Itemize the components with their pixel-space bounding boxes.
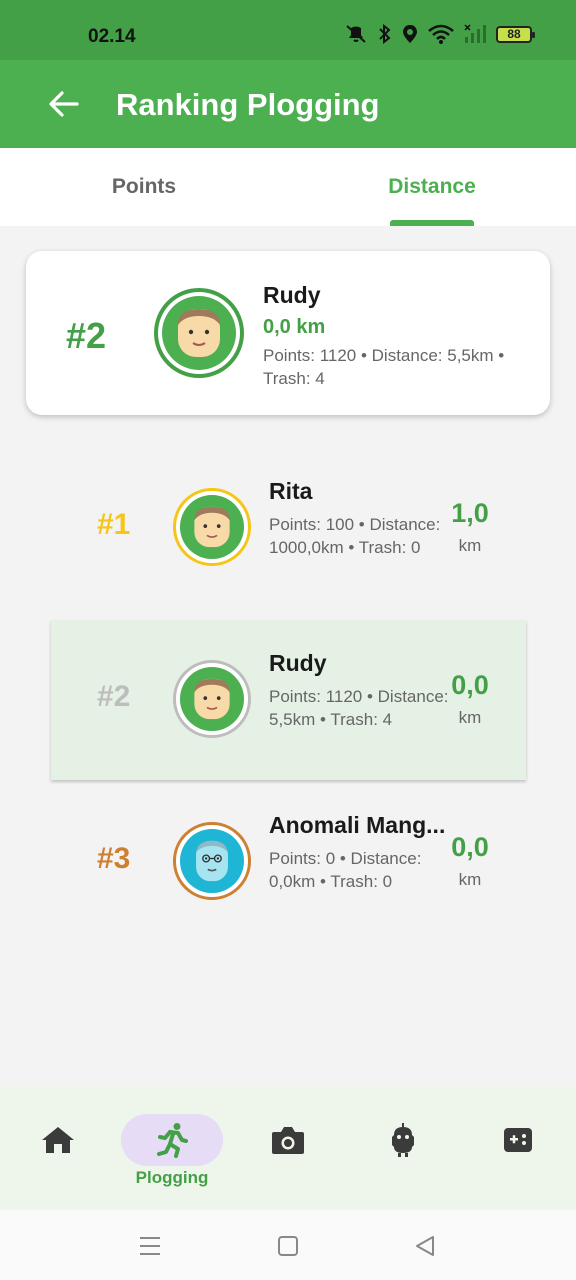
arrow-back-icon [49, 91, 79, 117]
row-value: 0,0 [451, 670, 489, 700]
home-system-button[interactable] [273, 1232, 303, 1260]
running-icon [157, 1123, 188, 1158]
robot-icon [392, 1123, 414, 1157]
tab-indicator [390, 220, 474, 226]
system-nav-bar [0, 1210, 576, 1280]
signal-icon [464, 24, 486, 44]
row-unit: km [458, 870, 482, 889]
status-icons: 88 [344, 24, 535, 44]
my-distance: 0,0 km [263, 316, 326, 338]
face-avatar-icon [194, 678, 230, 720]
leaderboard-row-3[interactable]: #3 Anomali Mang... Points: 0 • Distance:… [51, 782, 526, 942]
nav-plogging[interactable]: Plogging [117, 1100, 227, 1200]
nav-games[interactable] [463, 1100, 573, 1200]
row-value: 1,0 [451, 498, 489, 528]
nav-camera[interactable] [233, 1100, 343, 1200]
wifi-icon [428, 24, 454, 44]
bluetooth-icon [378, 24, 392, 44]
nav-robot[interactable] [348, 1100, 458, 1200]
row-name: Rita [269, 478, 313, 504]
avatar [173, 488, 251, 566]
back-button[interactable] [44, 84, 84, 124]
leaderboard-row-1[interactable]: #1 Rita Points: 100 • Distance: 1000,0km… [51, 448, 526, 608]
row-name: Rudy [269, 650, 327, 676]
face-avatar-icon [194, 506, 230, 548]
row-details: Points: 0 • Distance: 0,0km • Trash: 0 [269, 849, 422, 891]
nav-home[interactable] [3, 1100, 113, 1200]
avatar [173, 660, 251, 738]
row-details: Points: 100 • Distance: 1000,0km • Trash… [269, 515, 441, 557]
battery-icon: 88 [496, 25, 535, 43]
row-rank: #2 [97, 680, 131, 713]
status-bar: 02.14 88 [0, 0, 576, 60]
row-unit: km [458, 536, 482, 555]
avatar [173, 822, 251, 900]
camera-icon [272, 1127, 304, 1154]
bottom-nav: Plogging [0, 1086, 576, 1210]
tab-distance[interactable]: Distance [288, 148, 576, 226]
app-bar: Ranking Plogging [0, 60, 576, 148]
row-rank: #1 [97, 508, 131, 541]
menu-icon [140, 1237, 160, 1255]
mute-icon [344, 24, 368, 44]
face-avatar-icon [178, 309, 220, 357]
row-unit: km [458, 708, 482, 727]
row-value: 0,0 [451, 832, 489, 862]
square-icon [278, 1236, 298, 1256]
avatar [154, 288, 244, 378]
gamepad-icon [504, 1128, 532, 1152]
face-avatar-icon [196, 840, 228, 882]
nav-plogging-label: Plogging [135, 1168, 209, 1187]
row-rank: #3 [97, 842, 131, 875]
status-time: 02.14 [88, 26, 136, 47]
my-details: Points: 1120 • Distance: 5,5km • Trash: … [263, 346, 505, 388]
page-title: Ranking Plogging [116, 87, 380, 122]
location-icon [402, 24, 418, 44]
home-icon [42, 1127, 74, 1153]
my-rank-card: #2 Rudy 0,0 km Points: 1120 • Distance: … [26, 251, 550, 415]
row-details: Points: 1120 • Distance: 5,5km • Trash: … [269, 687, 449, 729]
recent-apps-button[interactable] [135, 1232, 165, 1260]
my-rank: #2 [66, 315, 107, 356]
tab-bar: Points Distance [0, 148, 576, 226]
leaderboard-row-2[interactable]: #2 Rudy Points: 1120 • Distance: 5,5km •… [51, 620, 526, 780]
triangle-back-icon [416, 1236, 434, 1256]
row-name: Anomali Mang... [269, 812, 446, 838]
my-name: Rudy [263, 282, 321, 308]
back-system-button[interactable] [410, 1232, 440, 1260]
tab-points[interactable]: Points [0, 148, 288, 226]
